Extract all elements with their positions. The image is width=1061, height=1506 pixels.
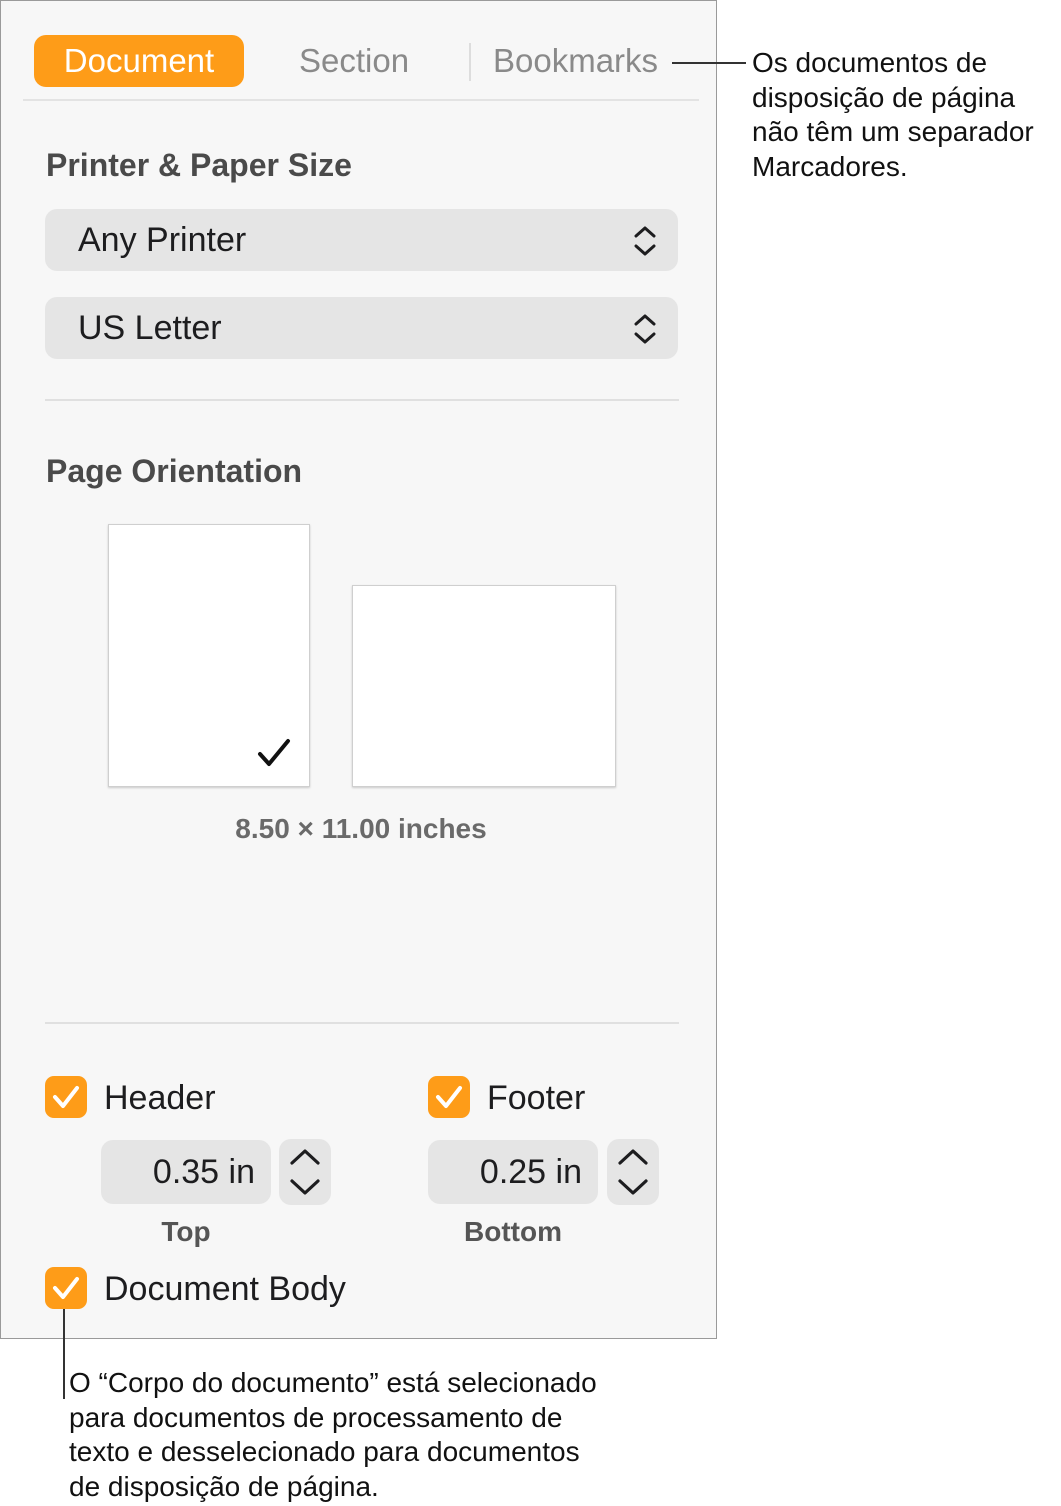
chevron-up-icon[interactable]: [617, 1147, 649, 1167]
document-inspector-panel: Document Section Bookmarks Printer & Pap…: [0, 0, 717, 1339]
printer-paper-heading: Printer & Paper Size: [46, 147, 352, 183]
bookmarks-callout: Os documentos de disposição de página nã…: [752, 46, 1034, 184]
tab-bookmarks[interactable]: Bookmarks: [493, 35, 658, 87]
callout-line: texto e desselecionado para documentos: [69, 1436, 580, 1467]
header-margin-field[interactable]: 0.35 in: [101, 1140, 271, 1204]
callout-line: de disposição de página.: [69, 1470, 379, 1502]
section-divider: [45, 1022, 679, 1024]
document-body-label: Document Body: [104, 1270, 346, 1308]
callout-leader-line: [63, 1309, 65, 1399]
checkmark-icon: [436, 1086, 462, 1108]
tab-divider: [469, 43, 471, 81]
section-divider: [45, 399, 679, 401]
callout-line: disposição de página: [752, 81, 1016, 113]
chevron-down-icon[interactable]: [289, 1177, 321, 1197]
callout-line: Marcadores.: [752, 150, 908, 182]
callout-line: O “Corpo do documento” está selecionado: [69, 1367, 597, 1398]
chevron-down-icon[interactable]: [617, 1177, 649, 1197]
checkmark-icon: [258, 739, 290, 766]
up-down-chevron-icon: [634, 314, 656, 344]
header-checkbox[interactable]: [45, 1076, 87, 1118]
footer-margin-field[interactable]: 0.25 in: [428, 1140, 598, 1204]
document-body-callout: O “Corpo do documento” está selecionado …: [69, 1366, 597, 1504]
header-margin-stepper[interactable]: [279, 1139, 331, 1205]
up-down-chevron-icon: [634, 226, 656, 256]
checkmark-icon: [53, 1277, 79, 1299]
header-margin-caption: Top: [161, 1216, 211, 1247]
paper-size-popup[interactable]: US Letter: [45, 297, 678, 359]
callout-line: para documentos de processamento de: [69, 1401, 563, 1433]
footer-label: Footer: [487, 1079, 586, 1117]
paper-size-popup-value: US Letter: [78, 309, 222, 347]
header-label: Header: [104, 1079, 216, 1117]
callout-leader-line: [672, 62, 746, 64]
page-orientation-heading: Page Orientation: [46, 453, 303, 489]
chevron-up-icon[interactable]: [289, 1147, 321, 1167]
footer-margin-stepper[interactable]: [607, 1139, 659, 1205]
checkmark-icon: [53, 1086, 79, 1108]
callout-line: não têm um separador: [752, 116, 1034, 147]
footer-checkbox[interactable]: [428, 1076, 470, 1118]
printer-popup[interactable]: Any Printer: [45, 209, 678, 271]
portrait-orientation-button[interactable]: [108, 524, 310, 787]
inspector-tab-bar: Document Section Bookmarks: [23, 35, 699, 101]
callout-line: Os documentos de: [752, 47, 988, 78]
printer-popup-value: Any Printer: [78, 221, 247, 259]
tab-section[interactable]: Section: [299, 35, 409, 87]
landscape-orientation-button[interactable]: [352, 585, 616, 787]
footer-margin-caption: Bottom: [464, 1216, 562, 1247]
tab-document[interactable]: Document: [34, 35, 244, 87]
page-dimensions: 8.50 × 11.00 inches: [235, 813, 487, 844]
document-body-checkbox[interactable]: [45, 1267, 87, 1309]
